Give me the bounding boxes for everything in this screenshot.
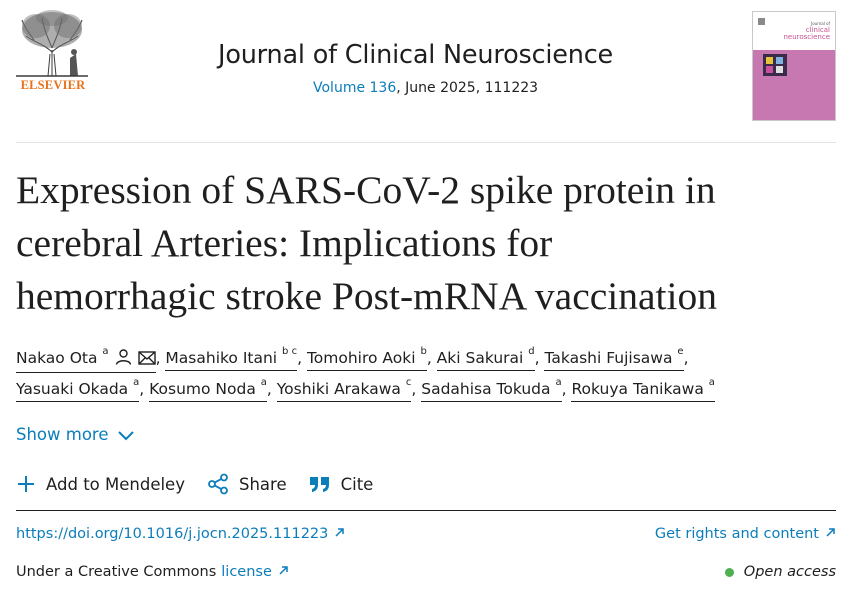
get-rights-link[interactable]: Get rights and content (655, 526, 836, 542)
license-link[interactable]: license (221, 564, 289, 580)
doi-link[interactable]: https://doi.org/10.1016/j.jocn.2025.1112… (16, 526, 345, 542)
license-info: Under a Creative Commons license (16, 564, 289, 580)
license-prefix: Under a Creative Commons (16, 564, 217, 580)
person-icon (115, 349, 132, 370)
article-actions: Add to Mendeley Share Cite (16, 473, 395, 495)
cover-figure (763, 54, 787, 76)
title-line-3: hemorrhagic stroke Post-mRNA vaccination (16, 274, 717, 318)
author-link[interactable]: Sadahisa Tokuda a (421, 376, 562, 402)
cover-publisher-mark (758, 18, 765, 25)
open-access-badge: Open access (724, 564, 836, 580)
author-link[interactable]: Yasuaki Okada a (16, 376, 140, 402)
quote-icon (309, 475, 331, 493)
issue-info: , June 2025, 111223 (396, 80, 539, 96)
author-link[interactable]: Takashi Fujisawa e (544, 345, 684, 371)
arrow-up-right-icon (334, 526, 345, 542)
cite-label: Cite (340, 474, 374, 494)
envelope-icon (137, 351, 156, 370)
author-link[interactable]: Rokuya Tanikawa a (571, 376, 715, 402)
share-button[interactable]: Share (207, 473, 287, 495)
author-line-2: Yasuaki Okada a, Kosumo Noda a, Yoshiki … (16, 374, 715, 405)
author-link[interactable]: Yoshiki Arakawa c (276, 376, 412, 402)
chevron-down-icon (117, 429, 135, 441)
author-link[interactable]: Nakao Ota a (16, 345, 156, 373)
rights-text: Get rights and content (654, 526, 819, 542)
doi-text: https://doi.org/10.1016/j.jocn.2025.1112… (16, 526, 329, 542)
cite-button[interactable]: Cite (309, 474, 374, 494)
journal-cover-thumbnail[interactable]: Journal of clinical neuroscience (752, 11, 836, 121)
title-line-2: cerebral Arteries: Implications for (16, 221, 553, 265)
open-access-dot-icon (724, 567, 734, 577)
author-link[interactable]: Kosumo Noda a (149, 376, 267, 402)
author-link[interactable]: Tomohiro Aoki b (306, 345, 427, 371)
share-label: Share (238, 474, 287, 494)
share-icon (207, 473, 229, 495)
author-link[interactable]: Masahiko Itani b c (165, 345, 298, 371)
open-access-label: Open access (743, 564, 836, 580)
journal-header: ELSEVIER Journal of Clinical Neuroscienc… (0, 0, 845, 142)
journal-meta: Volume 136, June 2025, 111223 (313, 80, 538, 96)
arrow-up-right-icon (278, 564, 289, 580)
actions-divider (16, 510, 836, 511)
author-line-1: Nakao Ota a, Masahiko Itani b c, Tomohir… (16, 343, 689, 374)
show-more-button[interactable]: Show more (16, 425, 135, 444)
author-link[interactable]: Aki Sakurai d (436, 345, 535, 371)
article-title: Expression of SARS-CoV-2 spike protein i… (16, 164, 836, 323)
volume-link[interactable]: Volume 136 (313, 80, 396, 96)
show-more-label: Show more (16, 425, 109, 444)
cover-header: Journal of clinical neuroscience (753, 12, 835, 50)
license-link-text: license (221, 564, 272, 580)
title-line-1: Expression of SARS-CoV-2 spike protein i… (16, 168, 716, 212)
mendeley-label: Add to Mendeley (46, 474, 185, 494)
header-divider (16, 142, 836, 143)
cover-image (753, 50, 835, 120)
journal-title[interactable]: Journal of Clinical Neuroscience (218, 40, 613, 70)
arrow-up-right-icon (825, 526, 836, 542)
plus-icon (16, 474, 36, 494)
cover-brand-line2: neuroscience (783, 33, 830, 41)
cover-brand: Journal of clinical neuroscience (783, 20, 830, 41)
publisher-name: ELSEVIER (20, 78, 86, 92)
add-to-mendeley-button[interactable]: Add to Mendeley (16, 474, 185, 494)
